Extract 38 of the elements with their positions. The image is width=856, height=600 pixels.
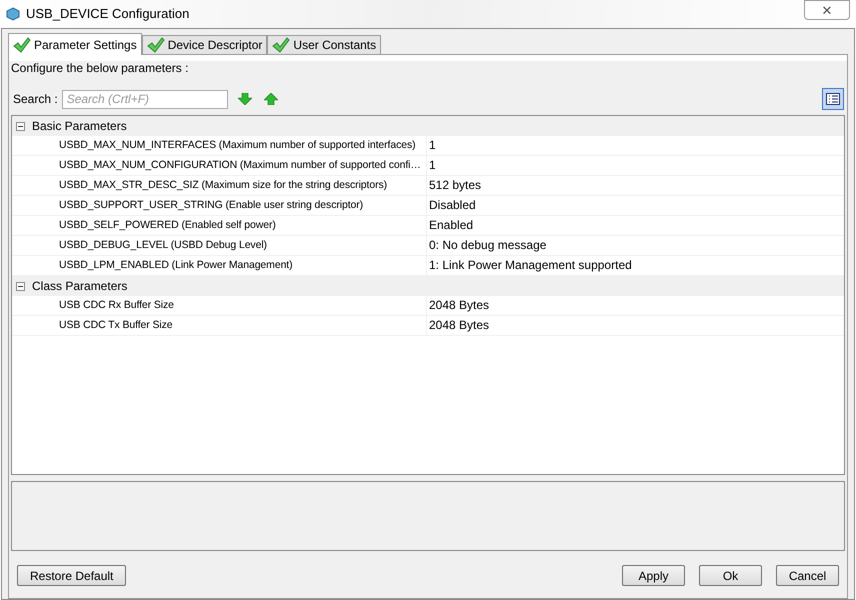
restore-default-button[interactable]: Restore Default: [17, 565, 126, 586]
close-button[interactable]: ✕: [804, 0, 850, 20]
search-label: Search :: [12, 91, 58, 108]
parameter-name: USBD_MAX_NUM_INTERFACES (Maximum number of supported interfaces): [12, 136, 427, 155]
arrow-down-icon[interactable]: [238, 93, 252, 105]
parameter-name: USBD_MAX_STR_DESC_SIZ (Maximum size for the string descriptors): [12, 176, 427, 195]
dialog-button[interactable]: Apply: [622, 565, 685, 586]
parameter-value[interactable]: Disabled: [427, 196, 844, 215]
parameter-value[interactable]: 512 bytes: [427, 176, 844, 195]
parameter-name: USB CDC Tx Buffer Size: [12, 316, 427, 335]
list-view-button[interactable]: [822, 88, 844, 110]
parameter-name: USBD_MAX_NUM_CONFIGURATION (Maximum number of supported confi…: [12, 156, 427, 175]
tab[interactable]: Parameter Settings: [8, 33, 142, 55]
collapse-icon[interactable]: [16, 282, 25, 290]
parameter-value[interactable]: 1: [427, 156, 844, 175]
parameter-value[interactable]: 2048 Bytes: [427, 316, 844, 335]
parameter-value[interactable]: 1: [427, 136, 844, 155]
tab[interactable]: Device Descriptor: [142, 35, 268, 54]
parameter-name: USBD_SUPPORT_USER_STRING (Enable user string descriptor): [12, 196, 427, 215]
arrow-up-icon[interactable]: [264, 93, 278, 105]
parameter-name: USBD_DEBUG_LEVEL (USBD Debug Level): [12, 236, 427, 255]
dialog-button[interactable]: Ok: [699, 565, 762, 586]
dialog-button[interactable]: Cancel: [776, 565, 839, 586]
window-title: USB_DEVICE Configuration: [26, 5, 190, 24]
group-header: Class Parameters: [32, 278, 128, 295]
parameter-value[interactable]: 1: Link Power Management supported: [427, 256, 844, 275]
parameter-name: USBD_LPM_ENABLED (Link Power Management): [12, 256, 427, 275]
tab[interactable]: User Constants: [267, 35, 382, 54]
parameter-name: USBD_SELF_POWERED (Enabled self power): [12, 216, 427, 235]
search-field[interactable]: Search (Crtl+F): [62, 90, 228, 108]
intro-text: Configure the below parameters :: [11, 60, 190, 77]
parameter-name: USB CDC Rx Buffer Size: [12, 296, 427, 315]
collapse-icon[interactable]: [16, 122, 25, 130]
parameter-value[interactable]: 0: No debug message: [427, 236, 844, 255]
parameter-value[interactable]: Enabled: [427, 216, 844, 235]
list-icon: [826, 93, 840, 105]
parameter-value[interactable]: 2048 Bytes: [427, 296, 844, 315]
group-header: Basic Parameters: [32, 118, 127, 135]
